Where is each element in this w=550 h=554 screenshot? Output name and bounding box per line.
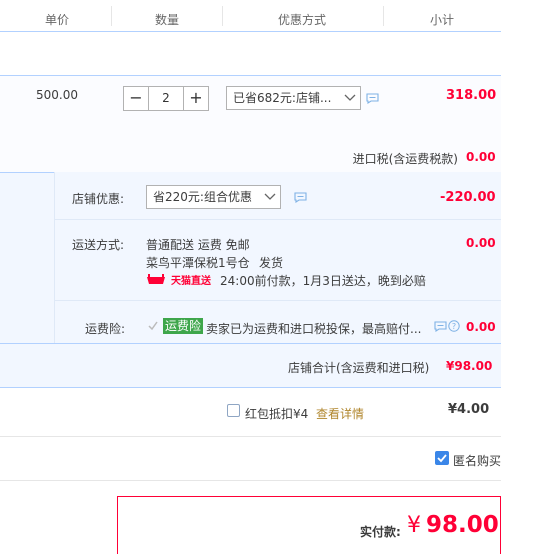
divider — [55, 219, 501, 220]
payment-amount: 98.00 — [426, 512, 499, 538]
cart-table-header: 单价 数量 优惠方式 小计 — [0, 0, 501, 32]
tmall-direct-badge: 天猫直送 — [145, 271, 215, 287]
insurance-tag: 运费险 — [163, 318, 204, 334]
chevron-down-icon — [344, 94, 356, 101]
quantity-increase-button[interactable]: + — [183, 87, 208, 110]
checkmark-icon — [437, 454, 447, 463]
shipping-label: 运送方式: — [72, 238, 125, 252]
insurance-text: 卖家已为运费和进口税投保，最高赔付... — [206, 322, 422, 336]
unit-price: 500.00 — [36, 88, 78, 102]
warehouse-name: 菜鸟平潭保税1号仓 — [146, 256, 250, 270]
ship-from-label: 发货 — [259, 256, 284, 270]
divider — [0, 480, 501, 481]
shipping-value: 0.00 — [466, 236, 496, 250]
quantity-header: 数量 — [155, 13, 180, 27]
import-tax-label: 进口税(含运费税款) — [352, 152, 458, 166]
tmall-badge-text: 天猫直送 — [171, 276, 211, 287]
chat-bubble-icon[interactable] — [366, 93, 379, 104]
discount-header: 优惠方式 — [278, 13, 327, 27]
subtotal-header: 小计 — [430, 13, 455, 27]
help-icon[interactable]: ? — [448, 320, 460, 332]
shop-discount-value: -220.00 — [440, 190, 496, 205]
chat-bubble-icon[interactable] — [434, 321, 447, 332]
item-discount-select-value: 已省682元:店铺... — [233, 91, 332, 105]
redpacket-label: 红包抵扣¥4 — [245, 407, 309, 421]
header-separator — [383, 6, 384, 26]
unit-price-header: 单价 — [45, 13, 70, 27]
shop-discount-select[interactable]: 省220元:组合优惠 — [146, 185, 281, 209]
quantity-stepper: − 2 + — [123, 86, 209, 111]
tmall-logo-icon — [147, 274, 165, 284]
chevron-down-icon — [264, 193, 276, 200]
anonymous-purchase-label[interactable]: 匿名购买 — [453, 452, 501, 469]
shop-total-label: 店铺合计(含运费和进口税) — [288, 361, 430, 375]
redpacket-details-link[interactable]: 查看详情 — [316, 405, 364, 422]
insurance-value: 0.00 — [466, 320, 496, 334]
divider — [55, 300, 501, 301]
chat-bubble-icon[interactable] — [294, 192, 307, 203]
item-subtotal: 318.00 — [446, 88, 497, 103]
payment-currency: ¥ — [407, 513, 421, 538]
quantity-decrease-button[interactable]: − — [124, 87, 149, 110]
svg-text:?: ? — [452, 322, 456, 331]
shop-discount-label: 店铺优惠: — [72, 192, 125, 206]
insurance-label: 运费险: — [85, 322, 126, 336]
header-separator — [111, 6, 112, 26]
divider — [0, 436, 501, 437]
import-tax-value: 0.00 — [466, 150, 496, 164]
payment-label: 实付款: — [360, 525, 401, 539]
header-separator — [222, 6, 223, 26]
delivery-note: 24:00前付款，1月3日送达，晚到必赔 — [220, 274, 426, 288]
checkmark-icon — [148, 321, 158, 331]
redpacket-value: ¥4.00 — [448, 402, 490, 417]
item-discount-select[interactable]: 已省682元:店铺... — [226, 86, 361, 110]
quantity-input[interactable]: 2 — [149, 87, 183, 110]
divider — [0, 343, 501, 344]
shop-total-value: ¥98.00 — [446, 359, 493, 373]
anonymous-purchase-checkbox[interactable] — [435, 451, 449, 465]
shop-discount-select-value: 省220元:组合优惠 — [153, 190, 252, 204]
redpacket-checkbox[interactable] — [227, 404, 240, 417]
shipping-method: 普通配送 运费 免邮 — [146, 238, 250, 252]
